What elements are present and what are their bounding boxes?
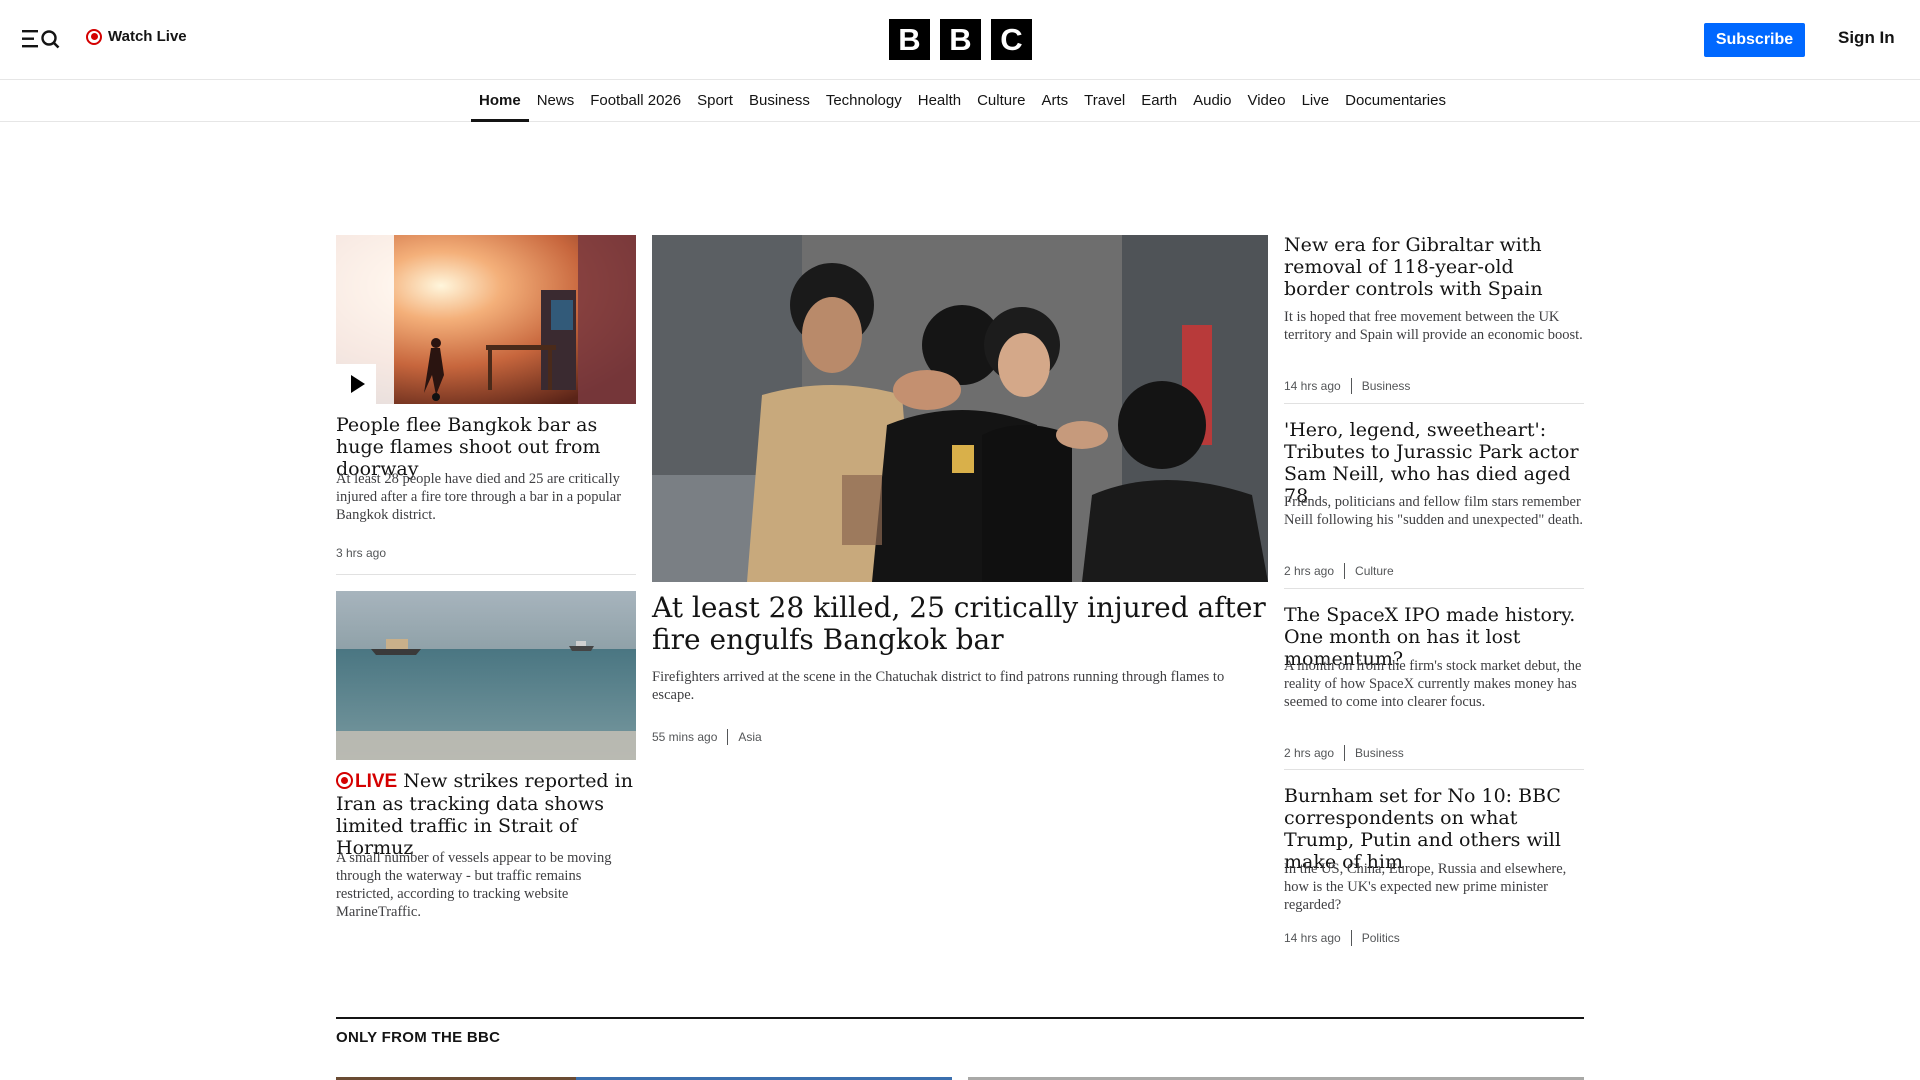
section-title: ONLY FROM THE BBC <box>336 1029 501 1046</box>
nav-list: Home News Football 2026 Sport Business T… <box>471 80 1454 122</box>
section-card-image[interactable] <box>968 1072 1584 1080</box>
watch-live-link[interactable]: Watch Live <box>86 28 187 45</box>
live-badge: LIVE <box>336 771 397 792</box>
main-story-headline[interactable]: At least 28 killed, 25 critically injure… <box>652 592 1272 656</box>
story-tag[interactable]: Business <box>1355 746 1404 760</box>
story-time: 14 hrs ago <box>1284 379 1341 393</box>
story-summary: Friends, politicians and fellow film sta… <box>1284 494 1583 528</box>
nav-item-culture[interactable]: Culture <box>969 80 1033 122</box>
story-summary: At least 28 people have died and 25 are … <box>336 471 622 523</box>
story-headline[interactable]: New era for Gibraltar with removal of 11… <box>1284 234 1584 300</box>
menu-icon <box>22 30 60 49</box>
live-icon <box>336 772 353 789</box>
subscribe-button[interactable]: Subscribe <box>1704 23 1805 57</box>
live-label: LIVE <box>355 771 398 792</box>
meta-separator <box>1350 930 1352 946</box>
story-tag[interactable]: Culture <box>1355 564 1394 578</box>
sea-ships-image <box>336 591 636 760</box>
nav-item-technology[interactable]: Technology <box>818 80 910 122</box>
nav-item-audio[interactable]: Audio <box>1185 80 1239 122</box>
watch-live-label: Watch Live <box>108 28 187 45</box>
main-story-summary: Firefighters arrived at the scene in the… <box>652 669 1225 703</box>
nav-item-travel[interactable]: Travel <box>1076 80 1133 122</box>
divider <box>1284 769 1584 770</box>
bbc-logo[interactable]: B B C <box>889 19 1032 60</box>
section-card-image[interactable] <box>336 1072 952 1080</box>
story-tag[interactable]: Business <box>1362 379 1411 393</box>
play-button[interactable] <box>336 364 376 404</box>
story-summary: In the US, China, Europe, Russia and els… <box>1284 861 1567 913</box>
story-meta: 3 hrs ago <box>336 546 386 560</box>
divider <box>1284 588 1584 589</box>
sign-in-link[interactable]: Sign In <box>1838 28 1895 48</box>
live-story-headline[interactable]: LIVE New strikes reported in Iran as tra… <box>336 770 636 859</box>
nav-item-business[interactable]: Business <box>741 80 818 122</box>
meta-separator <box>1344 745 1346 761</box>
story-tag[interactable]: Asia <box>738 730 761 744</box>
live-icon <box>86 28 102 45</box>
story-tag[interactable]: Politics <box>1362 931 1400 945</box>
story-time: 2 hrs ago <box>1284 564 1335 578</box>
menu-search-button[interactable] <box>20 26 64 52</box>
story-meta: 2 hrs ago Business <box>1284 745 1404 761</box>
meta-separator <box>727 729 729 745</box>
main-story-image[interactable] <box>652 235 1268 582</box>
divider <box>336 574 636 575</box>
meta-separator <box>1344 563 1346 579</box>
nav-item-sport[interactable]: Sport <box>689 80 741 122</box>
divider <box>1284 403 1584 404</box>
section-rule <box>336 1017 1584 1019</box>
logo-letter: B <box>940 19 981 60</box>
logo-letter: B <box>889 19 930 60</box>
story-time: 55 mins ago <box>652 730 718 744</box>
story-time: 14 hrs ago <box>1284 931 1341 945</box>
fire-scene-image <box>336 235 636 404</box>
story-meta: 2 hrs ago Culture <box>1284 563 1394 579</box>
nav-item-live[interactable]: Live <box>1294 80 1338 122</box>
nav-item-home[interactable]: Home <box>471 80 529 122</box>
story-meta: 14 hrs ago Politics <box>1284 930 1400 946</box>
story-meta: 55 mins ago Asia <box>652 729 762 745</box>
story-time: 2 hrs ago <box>1284 746 1335 760</box>
story-summary: A small number of vessels appear to be m… <box>336 850 612 920</box>
nav-item-arts[interactable]: Arts <box>1033 80 1076 122</box>
mourners-image <box>652 235 1268 582</box>
story-summary: A month on from the firm's stock market … <box>1284 658 1582 710</box>
nav-item-video[interactable]: Video <box>1239 80 1293 122</box>
nav-item-documentaries[interactable]: Documentaries <box>1337 80 1454 122</box>
nav-item-football-2026[interactable]: Football 2026 <box>582 80 689 122</box>
story-meta: 14 hrs ago Business <box>1284 378 1410 394</box>
top-header: Watch Live B B C Subscribe Sign In <box>0 0 1920 80</box>
nav-item-earth[interactable]: Earth <box>1133 80 1185 122</box>
nav-item-news[interactable]: News <box>529 80 583 122</box>
strait-of-hormuz-image[interactable] <box>336 591 636 760</box>
meta-separator <box>1350 378 1352 394</box>
logo-letter: C <box>991 19 1032 60</box>
play-icon <box>351 375 365 393</box>
main-navigation: Home News Football 2026 Sport Business T… <box>0 80 1920 122</box>
bangkok-fire-video-thumbnail[interactable] <box>336 235 636 404</box>
story-time: 3 hrs ago <box>336 546 387 560</box>
story-summary: It is hoped that free movement between t… <box>1284 309 1583 343</box>
nav-item-health[interactable]: Health <box>910 80 969 122</box>
